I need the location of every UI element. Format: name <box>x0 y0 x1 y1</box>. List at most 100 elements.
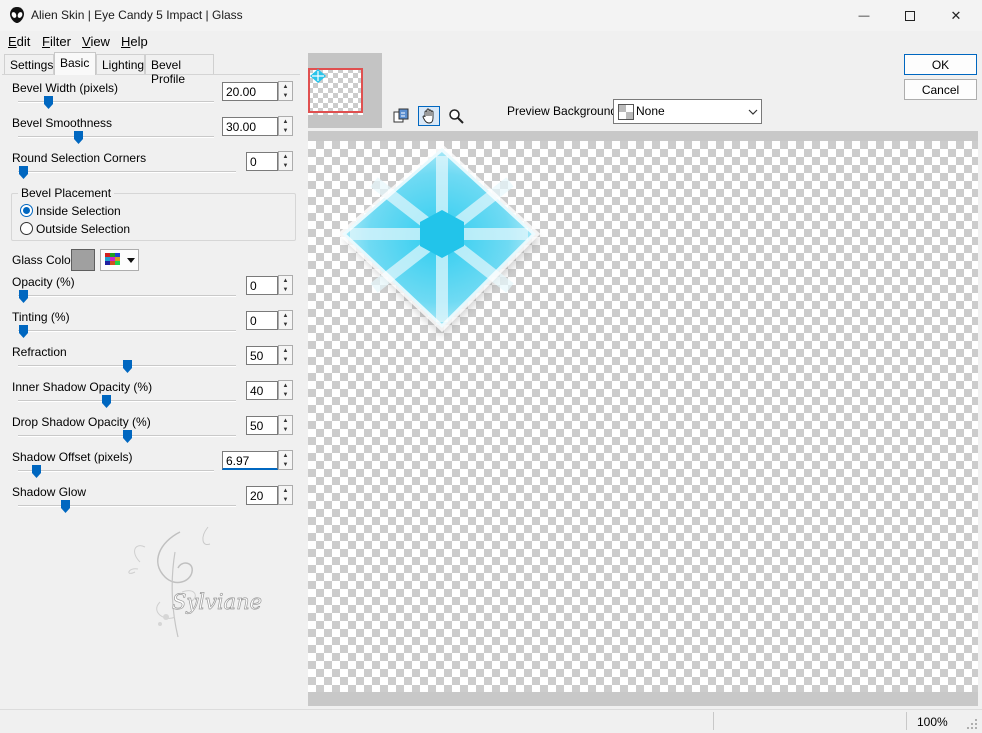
round-corners-input[interactable]: 0 <box>246 152 278 171</box>
tab-settings[interactable]: Settings <box>4 54 54 74</box>
opacity-spinner[interactable]: ▲ ▼ <box>278 275 293 295</box>
close-icon: ✕ <box>950 7 962 23</box>
maximize-icon <box>905 10 915 21</box>
inner-shadow-opacity-label: Inner Shadow Opacity (%) <box>12 380 153 394</box>
maximize-button[interactable] <box>887 0 933 31</box>
minimize-button[interactable]: — <box>841 0 887 31</box>
tinting-track[interactable] <box>18 330 236 332</box>
inside-selection-label[interactable]: Inside Selection <box>36 204 121 218</box>
shadow-offset-label: Shadow Offset (pixels) <box>12 450 133 464</box>
shadow-offset-input[interactable]: 6.97 <box>222 451 278 470</box>
spin-up-icon[interactable]: ▲ <box>279 311 292 320</box>
outside-selection-radio[interactable] <box>20 222 33 235</box>
thumbnail-glass-icon <box>310 69 326 83</box>
round-corners-track[interactable] <box>18 171 236 173</box>
shadow-glow-spinner[interactable]: ▲ ▼ <box>278 485 293 505</box>
refraction-spinner[interactable]: ▲ ▼ <box>278 345 293 365</box>
tinting-input[interactable]: 0 <box>246 311 278 330</box>
zoom-level: 100% <box>917 715 948 729</box>
bevel-smoothness-input[interactable]: 30.00 <box>222 117 278 136</box>
spin-up-icon[interactable]: ▲ <box>279 381 292 390</box>
bevel-smoothness-slider-thumb[interactable] <box>74 131 83 144</box>
spin-up-icon[interactable]: ▲ <box>279 276 292 285</box>
inner-shadow-opacity-slider-thumb[interactable] <box>102 395 111 408</box>
refraction-label: Refraction <box>12 345 67 359</box>
menu-edit[interactable]: Edit <box>8 34 30 49</box>
drop-shadow-opacity-input[interactable]: 50 <box>246 416 278 435</box>
window-title: Alien Skin | Eye Candy 5 Impact | Glass <box>31 8 243 22</box>
spin-up-icon[interactable]: ▲ <box>279 451 292 460</box>
bevel-width-input[interactable]: 20.00 <box>222 82 278 101</box>
spin-up-icon[interactable]: ▲ <box>279 117 292 126</box>
round-corners-slider-thumb[interactable] <box>19 166 28 179</box>
inner-shadow-opacity-spinner[interactable]: ▲ ▼ <box>278 380 293 400</box>
shadow-glow-label: Shadow Glow <box>12 485 87 499</box>
glass-color-swatch[interactable] <box>71 249 95 271</box>
hand-tool-button[interactable] <box>418 106 440 126</box>
menu-help[interactable]: Help <box>121 34 148 49</box>
refraction-input[interactable]: 50 <box>246 346 278 365</box>
tab-bevel-profile[interactable]: Bevel Profile <box>145 54 214 86</box>
close-button[interactable]: ✕ <box>933 0 979 31</box>
spin-up-icon[interactable]: ▲ <box>279 416 292 425</box>
bevel-width-spinner[interactable]: ▲ ▼ <box>278 81 293 101</box>
spin-down-icon[interactable]: ▼ <box>279 355 292 364</box>
color-grid-icon <box>105 253 120 265</box>
zoom-tool-button[interactable] <box>445 106 467 126</box>
checker-swatch-icon <box>618 104 634 120</box>
inside-selection-radio[interactable] <box>20 204 33 217</box>
bevel-smoothness-track[interactable] <box>18 136 214 138</box>
tinting-spinner[interactable]: ▲ ▼ <box>278 310 293 330</box>
menu-edit-rest: dit <box>16 34 31 49</box>
shadow-offset-track[interactable] <box>18 470 214 472</box>
spin-up-icon[interactable]: ▲ <box>279 82 292 91</box>
menu-filter[interactable]: Filter <box>42 34 71 49</box>
compare-tool-button[interactable] <box>390 106 412 126</box>
sylviane-watermark-ornament <box>128 526 211 638</box>
cancel-button[interactable]: Cancel <box>904 79 977 100</box>
drop-shadow-opacity-spinner[interactable]: ▲ ▼ <box>278 415 293 435</box>
spin-down-icon[interactable]: ▼ <box>279 460 292 469</box>
opacity-track[interactable] <box>18 295 236 297</box>
shadow-glow-track[interactable] <box>18 505 236 507</box>
drop-shadow-opacity-label: Drop Shadow Opacity (%) <box>12 415 151 429</box>
chevron-down-icon <box>748 109 758 115</box>
refraction-slider-thumb[interactable] <box>123 360 132 373</box>
shadow-offset-spinner[interactable]: ▲ ▼ <box>278 450 293 470</box>
drop-shadow-opacity-slider-thumb[interactable] <box>123 430 132 443</box>
spin-down-icon[interactable]: ▼ <box>279 161 292 170</box>
glass-color-label: Glass Color <box>12 253 75 267</box>
ok-button[interactable]: OK <box>904 54 977 75</box>
tab-basic[interactable]: Basic <box>54 52 96 75</box>
spin-down-icon[interactable]: ▼ <box>279 126 292 135</box>
round-corners-spinner[interactable]: ▲ ▼ <box>278 151 293 171</box>
shadow-glow-input[interactable]: 20 <box>246 486 278 505</box>
tinting-slider-thumb[interactable] <box>19 325 28 338</box>
bevel-smoothness-spinner[interactable]: ▲ ▼ <box>278 116 293 136</box>
spin-down-icon[interactable]: ▼ <box>279 285 292 294</box>
opacity-input[interactable]: 0 <box>246 276 278 295</box>
inner-shadow-opacity-input[interactable]: 40 <box>246 381 278 400</box>
tab-lighting[interactable]: Lighting <box>96 54 145 74</box>
preview-background-label: Preview Background: <box>507 104 621 118</box>
shadow-offset-slider-thumb[interactable] <box>32 465 41 478</box>
spin-down-icon[interactable]: ▼ <box>279 91 292 100</box>
glass-effect-preview <box>337 143 541 336</box>
outside-selection-label[interactable]: Outside Selection <box>36 222 130 236</box>
color-palette-button[interactable] <box>100 249 139 271</box>
spin-down-icon[interactable]: ▼ <box>279 390 292 399</box>
spin-down-icon[interactable]: ▼ <box>279 320 292 329</box>
opacity-slider-thumb[interactable] <box>19 290 28 303</box>
spin-up-icon[interactable]: ▲ <box>279 152 292 161</box>
bevel-placement-legend: Bevel Placement <box>18 186 115 200</box>
inner-shadow-opacity-track[interactable] <box>18 400 236 402</box>
spin-down-icon[interactable]: ▼ <box>279 425 292 434</box>
resize-grip-icon[interactable] <box>966 718 978 730</box>
spin-up-icon[interactable]: ▲ <box>279 486 292 495</box>
shadow-glow-slider-thumb[interactable] <box>61 500 70 513</box>
bevel-width-slider-thumb[interactable] <box>44 96 53 109</box>
menu-view[interactable]: View <box>82 34 110 49</box>
alien-skin-app-icon <box>9 6 25 24</box>
spin-down-icon[interactable]: ▼ <box>279 495 292 504</box>
spin-up-icon[interactable]: ▲ <box>279 346 292 355</box>
